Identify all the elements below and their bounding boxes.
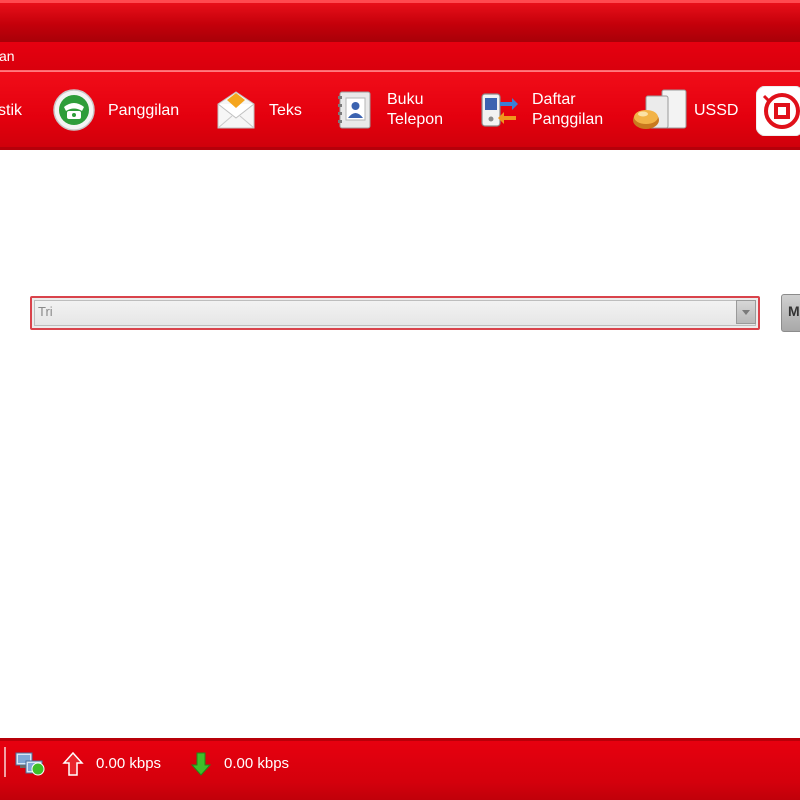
download-arrow-icon xyxy=(190,752,212,776)
upload-arrow-icon xyxy=(62,751,84,776)
toolbar-phonebook-label-line1: Buku xyxy=(387,91,424,108)
field-label-colon: : xyxy=(0,304,1,319)
window-title-bar xyxy=(0,0,800,42)
toolbar-statistics-button[interactable]: stik xyxy=(0,72,40,147)
toolbar-phonebook-label-line2: Telepon xyxy=(387,111,444,128)
toolbar-ussd-label: USSD xyxy=(694,102,739,119)
network-logo-icon xyxy=(756,86,800,136)
dropdown-arrow-icon[interactable] xyxy=(736,300,756,324)
ussd-icon xyxy=(633,89,687,129)
toolbar-sms-button[interactable]: Teks xyxy=(214,72,314,147)
toolbar-call-log-label-line1: Daftar xyxy=(532,91,576,108)
call-log-icon xyxy=(481,93,518,127)
toolbar-call-log-label-line2: Panggilan xyxy=(532,111,604,128)
toolbar-statistics-label: stik xyxy=(0,102,22,119)
network-select-inner xyxy=(34,300,756,326)
toolbar-phonebook-label: Buku Telepon xyxy=(387,90,443,130)
upload-speed: 0.00 kbps xyxy=(96,755,162,772)
toolbar-call-log-button[interactable]: Daftar Panggilan xyxy=(476,72,626,147)
menu-bar: an xyxy=(0,42,800,71)
menu-item-partial[interactable]: an xyxy=(0,48,15,64)
connection-status-icon xyxy=(15,752,45,776)
side-action-button[interactable]: M xyxy=(781,294,800,332)
toolbar-call-log-label: Daftar Panggilan xyxy=(532,90,603,130)
toolbar-network-logo-button[interactable] xyxy=(756,72,800,147)
toolbar-phonebook-button[interactable]: Buku Telepon xyxy=(332,72,462,147)
envelope-icon xyxy=(217,91,255,129)
main-content xyxy=(0,150,800,738)
phonebook-icon xyxy=(338,91,371,129)
network-select-dropdown[interactable]: Tri xyxy=(30,296,760,330)
main-toolbar: stik Panggilan Teks Buku Telepon Daftar … xyxy=(0,71,800,150)
status-divider xyxy=(4,747,6,777)
status-bar: 0.00 kbps 0.00 kbps xyxy=(0,738,800,800)
toolbar-call-button[interactable]: Panggilan xyxy=(52,72,202,147)
network-select-value: Tri xyxy=(38,304,53,319)
toolbar-call-label: Panggilan xyxy=(108,102,180,119)
toolbar-ussd-button[interactable]: USSD xyxy=(632,72,750,147)
chevron-down-icon xyxy=(742,310,750,315)
toolbar-sms-label: Teks xyxy=(269,102,302,119)
download-speed: 0.00 kbps xyxy=(224,755,290,772)
phone-icon xyxy=(53,89,95,131)
